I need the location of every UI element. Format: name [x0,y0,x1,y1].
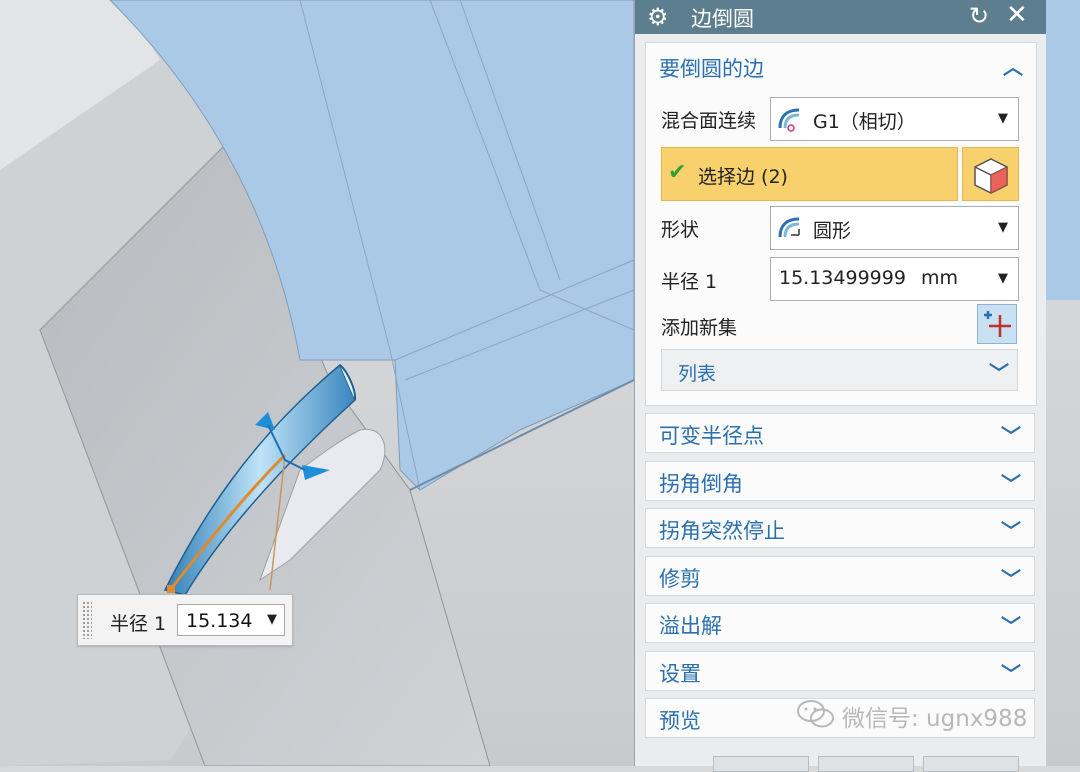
add-new-set-button[interactable] [977,304,1017,344]
chevron-down-icon[interactable]: ﹀ [1001,420,1021,449]
section-stop-short-of-corner[interactable]: 拐角突然停止 ﹀ [645,508,1035,548]
select-edge-label: 选择边 (2) [698,166,788,188]
apply-button[interactable] [818,756,914,772]
section-corner-setback[interactable]: 拐角倒角 ﹀ [645,461,1035,501]
add-new-set-label: 添加新集 [661,317,738,339]
g1-tangent-icon [778,108,800,132]
section-label: 预览 [659,709,701,733]
check-icon: ✔ [668,160,687,185]
select-edge-bar[interactable]: ✔ 选择边 (2) [661,147,958,201]
wechat-icon [797,700,834,728]
cube-icon [974,158,1008,194]
chevron-down-icon[interactable]: ▼ [267,612,277,627]
shape-select[interactable]: 圆形 ▼ [770,206,1019,250]
blend-continuity-value: G1（相切） [813,111,916,133]
chevron-down-icon[interactable]: ﹀ [1001,658,1021,687]
dialog-title: 边倒圆 [691,7,754,31]
chevron-down-icon[interactable]: ▼ [998,111,1008,126]
chevron-up-icon[interactable]: ︿ [1003,51,1023,80]
radius-input[interactable]: 15.13499999 mm ▼ [770,257,1019,301]
close-icon[interactable]: ✕ [1006,0,1028,30]
edge-blend-dialog: ⚙ 边倒圆 ↻ ✕ 要倒圆的边 ︿ 混合面连续 G1（相切） ▼ ✔ 选择边 (… [634,0,1046,772]
chevron-down-icon[interactable]: ﹀ [1001,468,1021,497]
radius-onscreen-label: 半径 1 [110,613,167,635]
section-label: 可变半径点 [659,424,764,448]
dialog-titlebar[interactable]: ⚙ 边倒圆 ↻ ✕ [635,0,1046,34]
gear-icon: ⚙ [647,3,669,31]
section-trim[interactable]: 修剪 ﹀ [645,556,1035,596]
add-set-icon [984,311,1011,337]
edges-to-blend-group: 要倒圆的边 ︿ 混合面连续 G1（相切） ▼ ✔ 选择边 (2) 形状 圆形 ▼… [645,42,1037,406]
reset-icon[interactable]: ↻ [969,2,989,30]
section-settings[interactable]: 设置 ﹀ [645,651,1035,691]
cancel-button[interactable] [923,756,1019,772]
chevron-down-icon[interactable]: ﹀ [1001,610,1021,639]
circular-shape-icon [778,217,800,238]
section-overflow[interactable]: 溢出解 ﹀ [645,603,1035,643]
section-label: 设置 [659,662,701,686]
watermark-text: 微信号: ugnx988 [842,706,1028,732]
radius-unit: mm [921,267,959,289]
list-label: 列表 [678,363,717,385]
list-toggle[interactable]: 列表 ﹀ [661,349,1018,391]
blend-continuity-label: 混合面连续 [661,110,757,132]
ok-button[interactable] [713,756,809,772]
chevron-down-icon[interactable]: ▼ [998,220,1008,235]
section-label: 拐角倒角 [659,472,743,496]
group-header[interactable]: 要倒圆的边 [659,53,764,83]
section-label: 拐角突然停止 [659,519,785,543]
shape-label: 形状 [661,219,700,241]
radius-value[interactable]: 15.13499999 [779,267,909,289]
chevron-down-icon[interactable]: ﹀ [1001,563,1021,592]
blue-model-right [1045,0,1080,300]
blend-continuity-select[interactable]: G1（相切） ▼ [770,97,1019,141]
radius-label: 半径 1 [661,271,718,293]
radius-onscreen-value: 15.134 [186,610,253,632]
chevron-down-icon[interactable]: ﹀ [1001,515,1021,544]
section-variable-radius[interactable]: 可变半径点 ﹀ [645,413,1035,453]
select-edge-button[interactable] [962,147,1019,201]
radius-onscreen-input[interactable]: 半径 1 15.134 ▼ [77,594,293,646]
section-label: 修剪 [659,567,701,591]
drag-grip-icon[interactable] [82,601,92,639]
chevron-down-icon[interactable]: ﹀ [989,357,1009,386]
shape-value: 圆形 [813,220,852,242]
radius-onscreen-field[interactable]: 15.134 ▼ [177,604,285,636]
edge-point[interactable] [167,585,175,593]
chevron-down-icon[interactable]: ▼ [998,271,1008,286]
section-label: 溢出解 [659,614,722,638]
